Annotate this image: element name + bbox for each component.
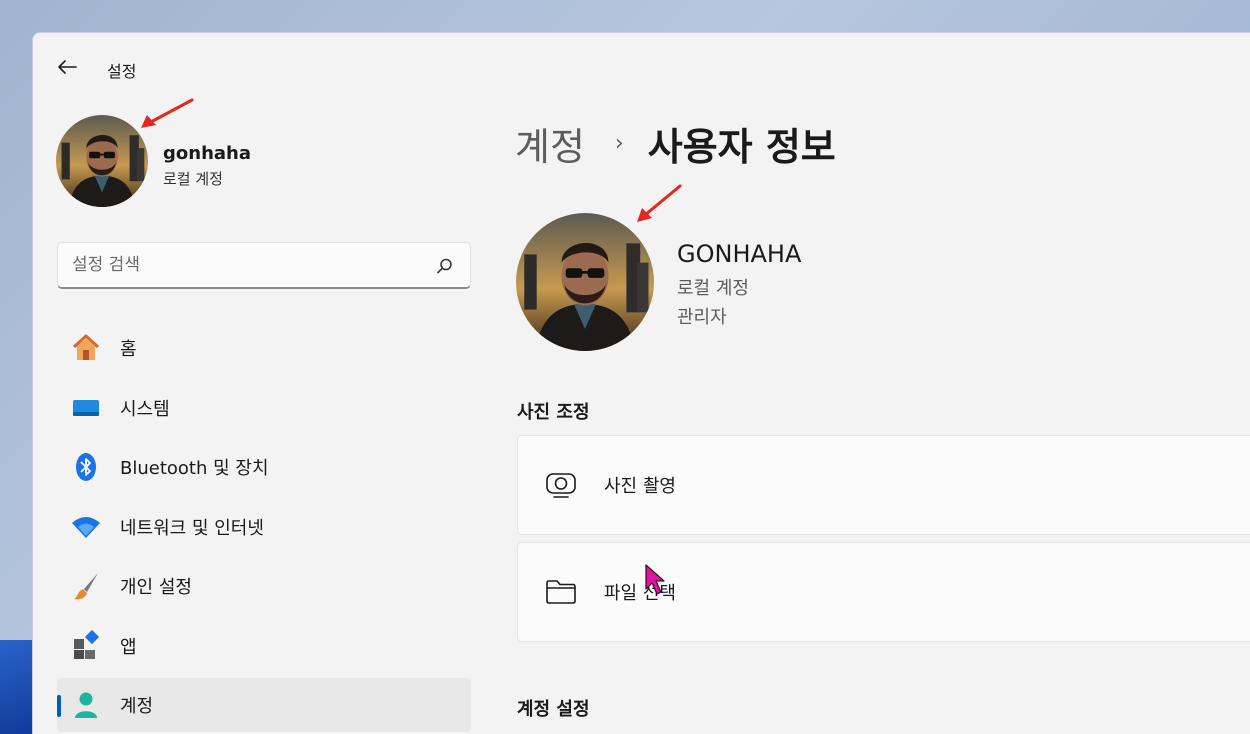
user-name: gonhaha [163, 143, 251, 164]
sidebar-item-apps[interactable]: 앱 [57, 619, 471, 673]
breadcrumb: 계정 › 사용자 정보 [515, 115, 836, 171]
card-label: 파일 선택 [604, 583, 676, 604]
camera-icon [544, 468, 578, 502]
sidebar-item-label: 개인 설정 [120, 577, 192, 598]
sidebar-item-label: 시스템 [120, 398, 170, 420]
profile-name: GONHAHA [677, 240, 802, 268]
sidebar-item-system[interactable]: 시스템 [57, 381, 471, 435]
breadcrumb-parent[interactable]: 계정 [515, 116, 585, 171]
sidebar-item-network[interactable]: 네트워크 및 인터넷 [57, 500, 471, 554]
sidebar-item-home[interactable]: 홈 [57, 321, 471, 375]
settings-window: 설정 gonhaha 로컬 계정 설정 검색 홈 시스템 Bluetooth 및… [32, 32, 1250, 734]
arrow-left-icon [58, 60, 77, 74]
sidebar-item-label: Bluetooth 및 장치 [120, 458, 269, 479]
chevron-right-icon: › [614, 130, 624, 156]
sidebar-item-label: 계정 [120, 696, 154, 717]
avatar [56, 115, 148, 207]
take-photo-card[interactable]: 사진 촬영 [517, 435, 1250, 535]
sidebar-item-label: 네트워크 및 인터넷 [120, 517, 264, 539]
user-account-type: 로컬 계정 [163, 170, 223, 188]
sidebar-item-label: 홈 [120, 339, 137, 360]
search-input[interactable] [72, 243, 412, 287]
sidebar-item-label: 앱 [120, 636, 137, 658]
wifi-icon [70, 511, 102, 543]
choose-file-card[interactable]: 파일 선택 [517, 542, 1250, 642]
search-box[interactable] [57, 242, 471, 289]
home-icon [70, 332, 102, 364]
profile-role: 관리자 [677, 307, 727, 328]
sidebar-item-accounts[interactable]: 계정 [57, 678, 471, 732]
sidebar-item-bluetooth[interactable]: Bluetooth 및 장치 [57, 440, 471, 494]
bluetooth-icon [70, 451, 102, 483]
annotation-arrow-icon [637, 184, 682, 222]
app-title: 설정 [107, 62, 137, 81]
title-bar: 설정 [33, 33, 1250, 103]
sidebar-nav: 홈 시스템 Bluetooth 및 장치 네트워크 및 인터넷 개인 설정 앱 … [57, 321, 471, 734]
account-icon [70, 689, 102, 721]
folder-icon [544, 575, 578, 609]
search-icon[interactable] [436, 257, 454, 275]
active-indicator [57, 695, 61, 717]
system-icon [70, 392, 102, 424]
back-button[interactable] [51, 53, 83, 81]
page-title: 사용자 정보 [647, 124, 836, 169]
account-settings-title: 계정 설정 [517, 699, 590, 720]
sidebar-user-card[interactable]: gonhaha 로컬 계정 [56, 115, 476, 209]
profile-avatar [516, 213, 654, 351]
profile-account-type: 로컬 계정 [677, 278, 749, 299]
card-label: 사진 촬영 [604, 476, 676, 497]
photo-section-title: 사진 조정 [517, 402, 590, 423]
sidebar-item-personalization[interactable]: 개인 설정 [57, 559, 471, 613]
apps-icon [70, 629, 102, 662]
brush-icon [70, 570, 102, 602]
